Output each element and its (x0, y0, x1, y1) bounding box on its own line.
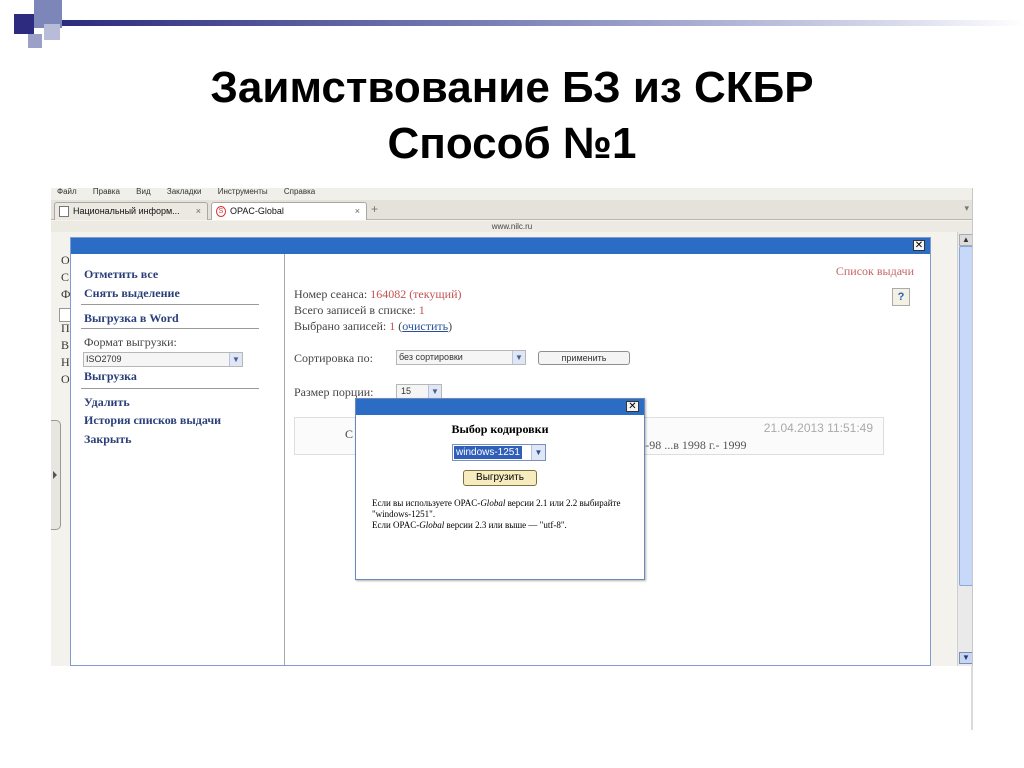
format-select[interactable]: ISO2709 ▼ (83, 352, 243, 367)
select-all-link[interactable]: Отметить все (84, 267, 158, 282)
help-icon[interactable]: ? (892, 288, 910, 306)
encoding-select[interactable]: windows-1251 ▼ (452, 444, 546, 461)
divider (81, 328, 259, 329)
menu-file[interactable]: Файл (57, 188, 77, 196)
dialog-title: Выбор кодировки (451, 422, 549, 436)
opac-favicon-icon: S (216, 206, 226, 217)
slide-title-line1: Заимствование БЗ из СКБР (210, 63, 814, 112)
portion-select[interactable]: 15 ▼ (396, 384, 442, 399)
selected-info: Выбрано записей: 1 (очистить) (294, 319, 452, 334)
browser-screenshot: Файл Правка Вид Закладки Инструменты Спр… (51, 188, 973, 666)
apply-button[interactable]: применить (538, 351, 630, 365)
decor-square (14, 14, 34, 34)
chevron-down-icon[interactable]: ▼ (531, 445, 545, 460)
close-link[interactable]: Закрыть (84, 432, 132, 447)
record-date: 21.04.2013 11:51:49 (763, 421, 873, 435)
sort-label: Сортировка по: (294, 351, 373, 365)
sort-select[interactable]: без сортировки ▼ (396, 350, 526, 365)
encoding-note: Если вы используете OPAC-Global версии 2… (372, 498, 634, 531)
tab-close-icon[interactable]: × (196, 203, 201, 219)
selected-label: Выбрано записей: (294, 319, 387, 333)
export-button[interactable]: Выгрузить (463, 470, 537, 486)
decor-gradient-bar (62, 20, 1024, 26)
history-link[interactable]: История списков выдачи (84, 413, 221, 428)
tab-national-info[interactable]: Национальный информ... × (54, 202, 208, 220)
browser-menubar: Файл Правка Вид Закладки Инструменты Спр… (51, 188, 972, 200)
record-text: а"-98 ...в 1998 г.- 1999 (635, 438, 747, 452)
deselect-link[interactable]: Снять выделение (84, 286, 180, 301)
portion-value: 15 (401, 386, 412, 396)
slide-title-line2: Способ №1 (387, 119, 637, 168)
new-tab-icon[interactable]: + (371, 202, 378, 216)
side-panel-handle[interactable] (51, 420, 61, 530)
selected-value: 1 (389, 319, 396, 333)
scroll-thumb[interactable] (959, 246, 972, 586)
url-bar[interactable]: www.nilc.ru (51, 221, 972, 232)
dialog-titlebar: ✕ (356, 399, 644, 415)
tab-list-chevron-icon[interactable]: ▾ (964, 203, 969, 214)
chevron-down-icon[interactable]: ▼ (229, 353, 242, 366)
window-titlebar: ✕ (71, 238, 930, 254)
tab-label: OPAC-Global (230, 206, 284, 216)
total-info: Всего записей в списке: 1 (294, 303, 425, 318)
divider (81, 388, 259, 389)
session-info: Номер сеанса: 164082 (текущий) (294, 287, 462, 302)
menu-bookmarks[interactable]: Закладки (167, 188, 202, 196)
format-value: ISO2709 (86, 354, 122, 364)
total-label: Всего записей в списке: (294, 303, 416, 317)
menu-edit[interactable]: Правка (93, 188, 120, 196)
export-word-link[interactable]: Выгрузка в Word (84, 311, 179, 326)
note-italic: Global (419, 520, 445, 530)
tab-close-icon[interactable]: × (355, 203, 360, 219)
note-text: Если вы используете OPAC- (372, 498, 481, 508)
total-value: 1 (418, 303, 425, 317)
paren-close: ) (448, 319, 453, 333)
scroll-down-icon[interactable]: ▼ (959, 652, 972, 664)
window-sidebar: Отметить все Снять выделение Выгрузка в … (71, 254, 285, 665)
scroll-up-icon[interactable]: ▲ (959, 234, 972, 246)
note-italic: Global (480, 498, 506, 508)
sort-value: без сортировки (399, 352, 463, 362)
decor-square (44, 24, 60, 40)
encoding-value: windows-1251 (454, 446, 522, 459)
encoding-dialog: ✕ Выбор кодировки windows-1251 ▼ Выгрузи… (355, 398, 645, 580)
divider (81, 304, 259, 305)
menu-tools[interactable]: Инструменты (218, 188, 268, 196)
window-close-icon[interactable]: ✕ (913, 240, 925, 251)
format-label: Формат выгрузки: (84, 335, 177, 349)
delete-link[interactable]: Удалить (84, 395, 130, 410)
clear-link[interactable]: очистить (402, 319, 448, 333)
menu-help[interactable]: Справка (284, 188, 315, 196)
session-label: Номер сеанса: (294, 287, 368, 301)
chevron-down-icon[interactable]: ▼ (428, 385, 441, 398)
tab-opac-global[interactable]: S OPAC-Global × (211, 202, 367, 220)
export-link[interactable]: Выгрузка (84, 369, 137, 384)
tab-label: Национальный информ... (73, 206, 180, 216)
record-prefix: С (345, 427, 354, 441)
session-value: 164082 (текущий) (370, 287, 462, 301)
list-title: Список выдачи (835, 264, 914, 278)
menu-view[interactable]: Вид (136, 188, 150, 196)
browser-tabbar: Национальный информ... × S OPAC-Global ×… (51, 200, 972, 220)
note-text: версии 2.3 или выше — "utf-8". (444, 520, 567, 530)
slide-title: Заимствование БЗ из СКБР Способ №1 (0, 60, 1024, 172)
screenshot-edge (971, 666, 973, 730)
note-text: Если OPAC- (372, 520, 420, 530)
chevron-down-icon[interactable]: ▼ (512, 351, 525, 364)
page-icon (59, 206, 69, 217)
decor-square (28, 34, 42, 48)
dialog-close-icon[interactable]: ✕ (626, 401, 639, 412)
page-scrollbar[interactable]: ▲ ▼ (957, 232, 972, 666)
